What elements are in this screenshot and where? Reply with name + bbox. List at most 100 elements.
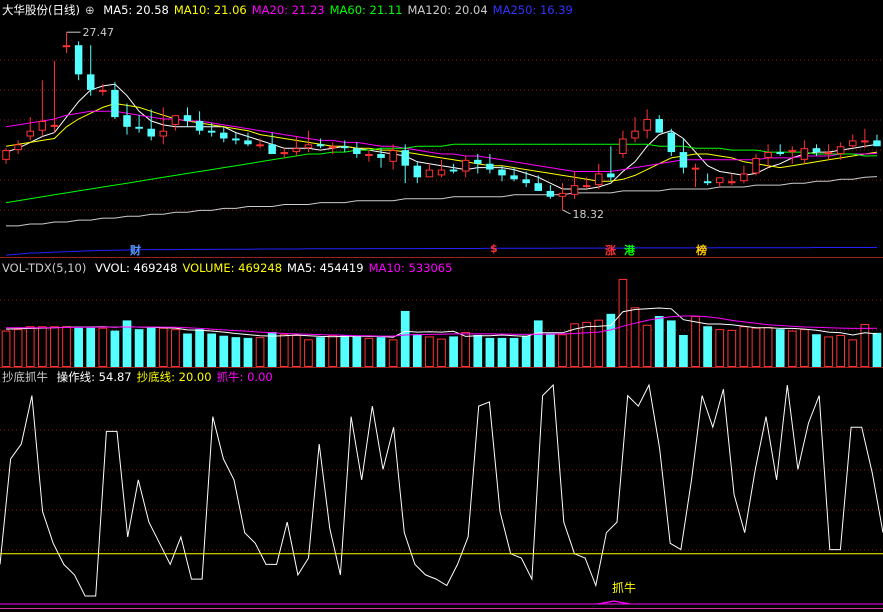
candle-body [111, 89, 119, 118]
event-marker[interactable]: 榜 [696, 242, 707, 258]
volume-bar [582, 321, 592, 368]
volume-bar [642, 324, 652, 367]
volume-bar [267, 332, 277, 367]
candle [534, 175, 543, 191]
candle [147, 109, 155, 141]
volume-bar [171, 329, 180, 368]
candle [425, 163, 434, 178]
volume-bar [400, 310, 410, 367]
event-marker[interactable]: 财 [130, 242, 141, 258]
candle [546, 185, 555, 199]
indicator-lines[interactable] [0, 383, 883, 605]
candle [631, 117, 639, 143]
candle-body [99, 89, 107, 92]
candle-body [365, 154, 373, 157]
low-price-label: 18.32 [572, 208, 604, 221]
candle-body [776, 152, 784, 155]
candle-body [62, 45, 71, 48]
volume-bars[interactable] [1, 278, 882, 368]
volume-bar [243, 337, 253, 367]
candle [655, 115, 663, 133]
volume-bar [255, 337, 265, 368]
candle [740, 165, 748, 184]
volume-bar [872, 332, 882, 367]
volume-bar [74, 327, 83, 367]
moving-average-lines [5, 31, 878, 256]
candle-body [715, 177, 724, 184]
volume-bar [364, 337, 374, 368]
indicator-title[interactable]: 抄底抓牛 [2, 370, 48, 384]
volume-bar [86, 327, 96, 367]
volume-bar [860, 324, 870, 368]
stock-chart[interactable]: 27.47 18.32 抓牛 [0, 0, 883, 612]
candle-body [679, 152, 688, 168]
candle [26, 117, 34, 141]
high-price-label: 27.47 [83, 26, 115, 39]
candle-body [26, 130, 34, 137]
volume-bar [739, 326, 749, 367]
candle-body [461, 159, 470, 172]
candle-body [2, 150, 10, 160]
main_header-legend-item: MA10: 21.06 [173, 3, 247, 17]
candle [486, 154, 494, 174]
candle-body [256, 144, 264, 147]
candle-body [764, 152, 772, 158]
signal-label: 抓牛 [612, 580, 636, 595]
vol_header-legend-item: VOLUME: 469248 [182, 261, 283, 275]
candle [861, 128, 869, 149]
candle [752, 154, 760, 176]
candle-body [195, 120, 204, 131]
volume-bar [509, 337, 519, 367]
volume-bar [304, 339, 313, 367]
candle [86, 45, 95, 96]
volume-bar [558, 334, 567, 367]
volume-bar [775, 329, 785, 367]
candle [195, 111, 204, 135]
volume-title[interactable]: VOL-TDX(5,10) [2, 261, 86, 275]
candle-body [232, 138, 240, 141]
candle [715, 177, 724, 188]
event-marker[interactable]: 涨 [605, 242, 616, 258]
candle [401, 144, 409, 184]
candle [135, 115, 143, 133]
candle-body [812, 148, 821, 153]
volume-bar [183, 333, 192, 367]
candle [232, 132, 240, 145]
candle-body [534, 183, 543, 191]
candle-body [74, 45, 83, 75]
candlestick-series[interactable] [2, 32, 881, 210]
event-marker[interactable]: 港 [624, 242, 635, 258]
vol_header-legend-item: MA10: 533065 [368, 261, 453, 275]
main_header-legend-item: MA20: 21.23 [251, 3, 325, 17]
candle-body [280, 152, 289, 155]
main_header-legend-item: MA5: 20.58 [103, 3, 169, 17]
candle [14, 140, 22, 155]
candle [183, 107, 192, 127]
stock-title[interactable]: 大华股份(日线) [2, 3, 80, 17]
low-marker-line [562, 209, 571, 215]
volume-bar [37, 326, 47, 367]
ind_header-legend-item: 操作线: 54.87 [56, 370, 132, 384]
candle-body [123, 115, 131, 127]
ind_header-legend-item: 抄底线: 20.00 [136, 370, 212, 384]
candle-body [135, 126, 143, 129]
candle [449, 163, 458, 174]
candle-body [147, 128, 155, 137]
candle [2, 148, 10, 164]
volume-bar [412, 334, 422, 367]
settings-toggle-icon[interactable]: ⊕ [85, 3, 95, 17]
candle [728, 173, 736, 186]
volume-bar [654, 316, 664, 367]
candle-body [643, 119, 651, 131]
candle-body [425, 169, 434, 178]
candle [788, 146, 797, 164]
volume-bar [703, 326, 712, 367]
candle [292, 136, 301, 156]
candle [607, 146, 615, 182]
candle-body [873, 140, 881, 147]
event-marker[interactable]: $ [490, 242, 498, 255]
candle [691, 163, 700, 188]
candle [679, 138, 688, 174]
candle-body [546, 190, 555, 197]
candle [123, 103, 131, 135]
